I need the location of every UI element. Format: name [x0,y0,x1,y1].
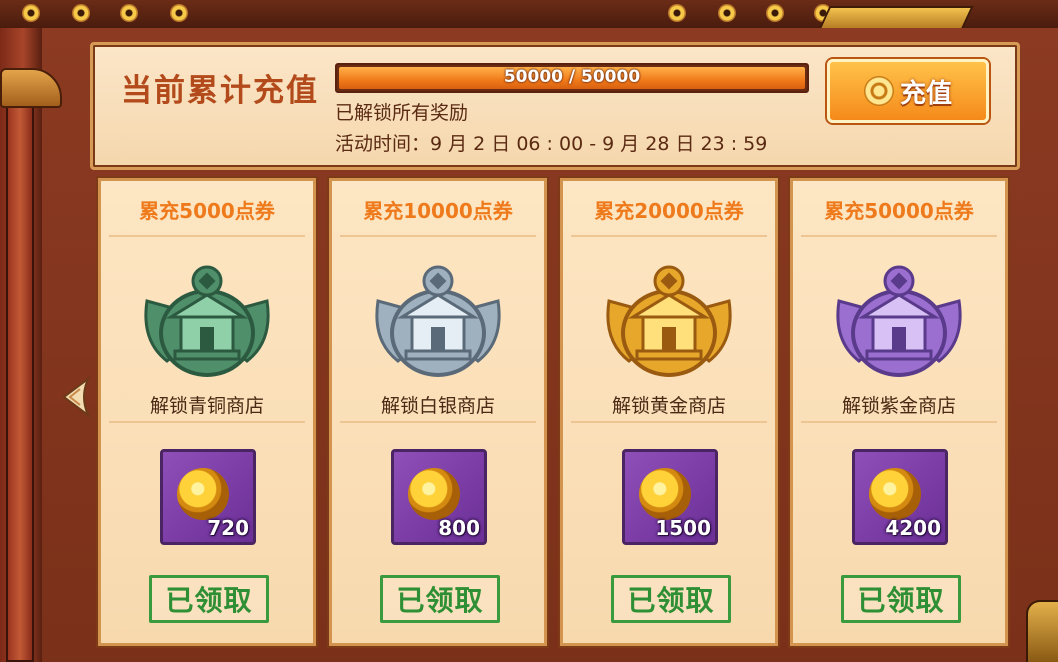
recharge-button-label: 充值 [899,78,952,109]
divider [340,235,536,237]
coin-icon [863,76,894,106]
gold-coin-icon [869,468,921,520]
recharge-header: 当前累计充值 50000 / 50000 已解锁所有奖励 活动时间：9 月 2 … [90,42,1020,170]
progress-text: 50000 / 50000 [503,67,641,87]
rivet-icon [22,4,40,22]
gold-coin-icon [177,468,229,520]
item-count: 720 [207,516,249,540]
claimed-text: 已领取 [627,584,715,617]
divider [109,235,305,237]
reward-card: 累充20000点券 解锁黄金商店 1500 已领取 [560,178,778,646]
roof-ornament [818,6,974,30]
reward-item[interactable]: 720 [160,449,256,545]
gold-coin-icon [408,468,460,520]
corner-ornament-icon [1026,600,1058,662]
divider [109,421,305,423]
reward-card-title: 累充50000点券 [824,199,974,223]
rivet-icon [72,4,90,22]
shop-unlock-label: 解锁青铜商店 [149,395,264,417]
claimed-stamp: 已领取 [611,575,731,623]
divider [801,421,997,423]
divider [340,421,536,423]
shop-unlock-label: 解锁紫金商店 [841,395,956,417]
shop-badge-icon [836,265,962,377]
reward-card-title: 累充5000点券 [139,199,275,223]
shop-badge-icon [144,265,270,377]
shop-unlock-label: 解锁黄金商店 [611,395,726,417]
prev-page-arrow-icon[interactable] [58,375,92,419]
top-frame [0,0,1058,31]
header-title: 当前累计充值 [121,73,319,109]
divider [801,235,997,237]
shop-badge-icon [606,265,732,377]
pillar [6,98,34,662]
gold-coin-icon [639,468,691,520]
status-text: 已解锁所有奖励 [335,102,469,124]
claimed-text: 已领取 [396,584,484,617]
item-count: 800 [438,516,480,540]
event-time: 活动时间：9 月 2 日 06 : 00 - 9 月 28 日 23 : 59 [335,133,768,155]
reward-card-title: 累充20000点券 [594,199,744,223]
rivet-icon [766,4,784,22]
claimed-text: 已领取 [857,584,945,617]
claimed-text: 已领取 [165,584,253,617]
reward-item[interactable]: 4200 [852,449,948,545]
claimed-stamp: 已领取 [149,575,269,623]
rivet-icon [718,4,736,22]
shop-unlock-label: 解锁白银商店 [380,395,495,417]
divider [571,235,767,237]
reward-item[interactable]: 800 [391,449,487,545]
rivet-icon [170,4,188,22]
divider [571,421,767,423]
shop-badge-icon [375,265,501,377]
item-count: 4200 [885,516,941,540]
rivet-icon [120,4,138,22]
rivet-icon [668,4,686,22]
claimed-stamp: 已领取 [841,575,961,623]
recharge-progress-bar: 50000 / 50000 [335,63,809,93]
reward-card: 累充5000点券 解锁青铜商店 720 已领取 [98,178,316,646]
recharge-button[interactable]: 充值 [827,59,989,123]
left-frame [0,28,62,662]
reward-card: 累充50000点券 解锁紫金商店 4200 已领取 [790,178,1008,646]
reward-card: 累充10000点券 解锁白银商店 800 已领取 [329,178,547,646]
reward-card-title: 累充10000点券 [363,199,513,223]
item-count: 1500 [655,516,711,540]
reward-item[interactable]: 1500 [622,449,718,545]
claimed-stamp: 已领取 [380,575,500,623]
